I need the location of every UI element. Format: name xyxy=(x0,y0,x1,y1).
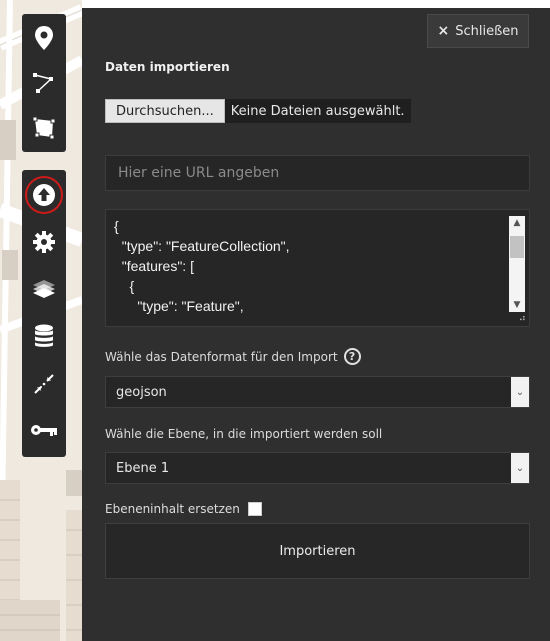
close-button[interactable]: × Schließen xyxy=(427,14,529,48)
help-icon[interactable]: ? xyxy=(343,348,361,365)
file-status-text: Keine Dateien ausgewählt. xyxy=(224,99,411,123)
panel-top-edge xyxy=(82,0,550,8)
panel-title: Daten importieren xyxy=(105,60,230,74)
active-highlight-ring xyxy=(25,176,63,214)
auth-button[interactable] xyxy=(22,408,66,452)
layer-select-value: Ebene 1 xyxy=(116,460,170,476)
file-picker: Durchsuchen... Keine Dateien ausgewählt. xyxy=(105,99,411,123)
replace-checkbox[interactable] xyxy=(247,502,262,516)
textarea-scrollbar[interactable]: ▲ ▼ xyxy=(509,216,525,312)
import-panel: × Schließen Daten importieren Durchsuche… xyxy=(82,0,550,641)
scroll-up-icon[interactable]: ▲ xyxy=(509,216,525,230)
draw-toolbar xyxy=(22,14,66,152)
draw-polygon-button[interactable] xyxy=(22,106,66,150)
resize-grip-icon[interactable]: ⠴ xyxy=(519,314,526,324)
layers-icon xyxy=(33,280,55,298)
draw-polyline-button[interactable] xyxy=(22,61,66,105)
key-icon xyxy=(31,425,57,436)
scroll-thumb[interactable] xyxy=(510,236,524,258)
import-data-button[interactable] xyxy=(22,173,66,217)
chevron-down-icon: ⌄ xyxy=(511,453,529,483)
close-label: Schließen xyxy=(455,23,519,39)
marker-icon xyxy=(35,26,53,50)
chevron-down-icon: ⌄ xyxy=(511,377,529,407)
layer-label: Wähle die Ebene, in die importiert werde… xyxy=(105,427,383,441)
data-browser-button[interactable] xyxy=(22,314,66,358)
scale-button[interactable] xyxy=(22,362,66,406)
format-select[interactable]: geojson ⌄ xyxy=(105,376,530,408)
data-textarea[interactable]: { "type": "FeatureCollection", "features… xyxy=(105,209,530,327)
textarea-content: { "type": "FeatureCollection", "features… xyxy=(114,218,290,314)
scroll-down-icon[interactable]: ▼ xyxy=(509,298,525,312)
tools-toolbar xyxy=(22,170,66,457)
url-input[interactable] xyxy=(105,155,530,191)
replace-label: Ebeneninhalt ersetzen xyxy=(105,502,240,516)
browse-button[interactable]: Durchsuchen... xyxy=(105,99,225,123)
scale-arrows-icon xyxy=(34,374,54,394)
close-icon: × xyxy=(437,23,450,39)
format-select-value: geojson xyxy=(116,384,167,400)
draw-marker-button[interactable] xyxy=(22,16,66,60)
gear-icon xyxy=(33,231,55,253)
format-label-row: Wähle das Datenformat für den Import ? xyxy=(105,348,361,365)
layers-button[interactable] xyxy=(22,266,66,310)
settings-button[interactable] xyxy=(22,220,66,264)
import-button[interactable]: Importieren xyxy=(105,523,530,579)
layer-select[interactable]: Ebene 1 ⌄ xyxy=(105,452,530,484)
format-label: Wähle das Datenformat für den Import xyxy=(105,349,338,364)
database-icon xyxy=(35,324,53,347)
polygon-icon xyxy=(32,116,56,140)
replace-row: Ebeneninhalt ersetzen xyxy=(105,502,262,516)
polyline-icon xyxy=(33,73,53,93)
